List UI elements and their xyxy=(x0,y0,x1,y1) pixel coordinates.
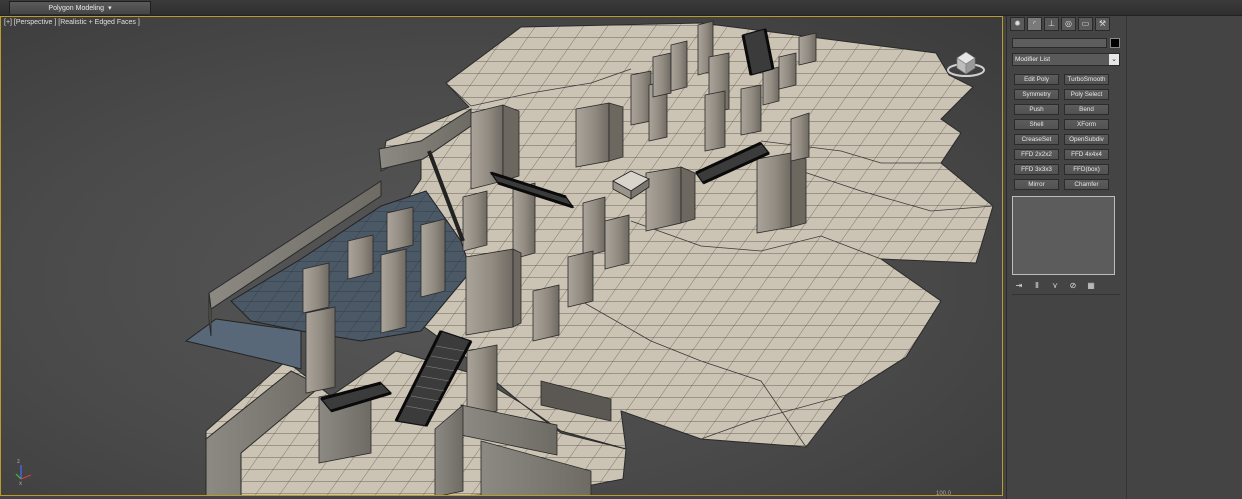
column xyxy=(386,206,414,252)
modifier-button-creaseset[interactable]: CreaseSet xyxy=(1014,134,1059,145)
column xyxy=(347,234,374,280)
column xyxy=(532,284,560,342)
modifier-list-dropdown[interactable]: Modifier List ⌄ xyxy=(1012,53,1120,66)
make-unique-icon[interactable]: ⋎ xyxy=(1048,280,1062,292)
modifier-button-ffd-4x4x4[interactable]: FFD 4x4x4 xyxy=(1064,149,1109,160)
column xyxy=(652,52,672,98)
column xyxy=(778,52,797,90)
svg-text:x: x xyxy=(19,481,22,487)
modifier-list-label: Modifier List xyxy=(1015,56,1051,63)
ribbon-tab-polygon-modeling[interactable]: Polygon Modeling ▾ xyxy=(9,1,151,14)
utilities-icon[interactable]: ⚒ xyxy=(1095,17,1110,31)
svg-text:z: z xyxy=(17,459,20,465)
pin-stack-icon[interactable]: ⇥ xyxy=(1012,280,1026,292)
column xyxy=(762,66,780,106)
show-end-result-icon[interactable]: Ⅱ xyxy=(1030,280,1044,292)
status-value: 100.0 xyxy=(936,491,952,497)
column xyxy=(567,250,594,308)
command-panel: ✹ ◜ ⊥ ◎ ▭ ⚒ Modifier List ⌄ Edit Poly Tu… xyxy=(1006,16,1126,499)
modifier-button-poly-select[interactable]: Poly Select xyxy=(1064,89,1109,100)
motion-icon[interactable]: ◎ xyxy=(1061,17,1076,31)
modifier-button-shell[interactable]: Shell xyxy=(1014,119,1059,130)
ribbon-tab-label: Polygon Modeling xyxy=(48,4,105,12)
column xyxy=(302,262,330,314)
column xyxy=(380,248,407,334)
column xyxy=(420,218,446,298)
axis-tripod: z x xyxy=(15,459,32,487)
column xyxy=(582,196,606,258)
modifier-stack-list[interactable] xyxy=(1012,196,1115,275)
remove-modifier-icon[interactable]: ⊘ xyxy=(1066,280,1080,292)
modifier-button-ffd-2x2x2[interactable]: FFD 2x2x2 xyxy=(1014,149,1059,160)
create-icon[interactable]: ✹ xyxy=(1010,17,1025,31)
column xyxy=(756,152,792,234)
modify-icon[interactable]: ◜ xyxy=(1027,17,1042,31)
chevron-down-icon[interactable]: ⌄ xyxy=(1109,54,1119,65)
modifier-button-bend[interactable]: Bend xyxy=(1064,104,1109,115)
column xyxy=(466,344,498,418)
column xyxy=(604,214,630,270)
column xyxy=(670,40,688,92)
column xyxy=(462,190,488,252)
viewport-label[interactable]: [+] [Perspective ] [Realistic + Edged Fa… xyxy=(4,19,140,26)
column xyxy=(798,32,817,66)
modifier-button-ffd-3x3x3[interactable]: FFD 3x3x3 xyxy=(1014,164,1059,175)
modifier-button-ffd-box[interactable]: FFD(box) xyxy=(1064,164,1109,175)
modifier-button-chamfer[interactable]: Chamfer xyxy=(1064,179,1109,190)
column xyxy=(740,84,762,136)
command-panel-tabs: ✹ ◜ ⊥ ◎ ▭ ⚒ xyxy=(1010,17,1110,31)
column xyxy=(704,90,726,152)
column xyxy=(790,112,810,162)
column xyxy=(575,102,610,168)
ribbon-bar: Polygon Modeling ▾ xyxy=(0,0,1242,16)
object-color-swatch[interactable] xyxy=(1110,38,1120,48)
column xyxy=(305,306,336,394)
column xyxy=(630,70,652,126)
configure-modifier-sets-icon[interactable]: ▦ xyxy=(1084,280,1098,292)
modifier-button-mirror[interactable]: Mirror xyxy=(1014,179,1059,190)
divider xyxy=(1012,294,1120,295)
right-side-panel xyxy=(1126,16,1242,499)
modifier-button-opensubdiv[interactable]: OpenSubdiv xyxy=(1064,134,1109,145)
viewcube xyxy=(947,51,985,77)
hierarchy-icon[interactable]: ⊥ xyxy=(1044,17,1059,31)
scene-render: z x xyxy=(15,20,994,495)
perspective-viewport[interactable]: z x [+] [Perspective ] [Realistic + Edge… xyxy=(0,16,1003,496)
modifier-stack-toolbar: ⇥ Ⅱ ⋎ ⊘ ▦ xyxy=(1012,280,1118,292)
modifier-button-xform[interactable]: XForm xyxy=(1064,119,1109,130)
modifier-button-turbosmooth[interactable]: TurboSmooth xyxy=(1064,74,1109,85)
object-name-field[interactable] xyxy=(1012,38,1107,48)
display-icon[interactable]: ▭ xyxy=(1078,17,1093,31)
dropdown-arrow-icon[interactable]: ▾ xyxy=(108,4,112,12)
column xyxy=(465,248,514,336)
modifier-button-edit-poly[interactable]: Edit Poly xyxy=(1014,74,1059,85)
column xyxy=(645,166,682,232)
modifier-button-symmetry[interactable]: Symmetry xyxy=(1014,89,1059,100)
modifier-button-push[interactable]: Push xyxy=(1014,104,1059,115)
